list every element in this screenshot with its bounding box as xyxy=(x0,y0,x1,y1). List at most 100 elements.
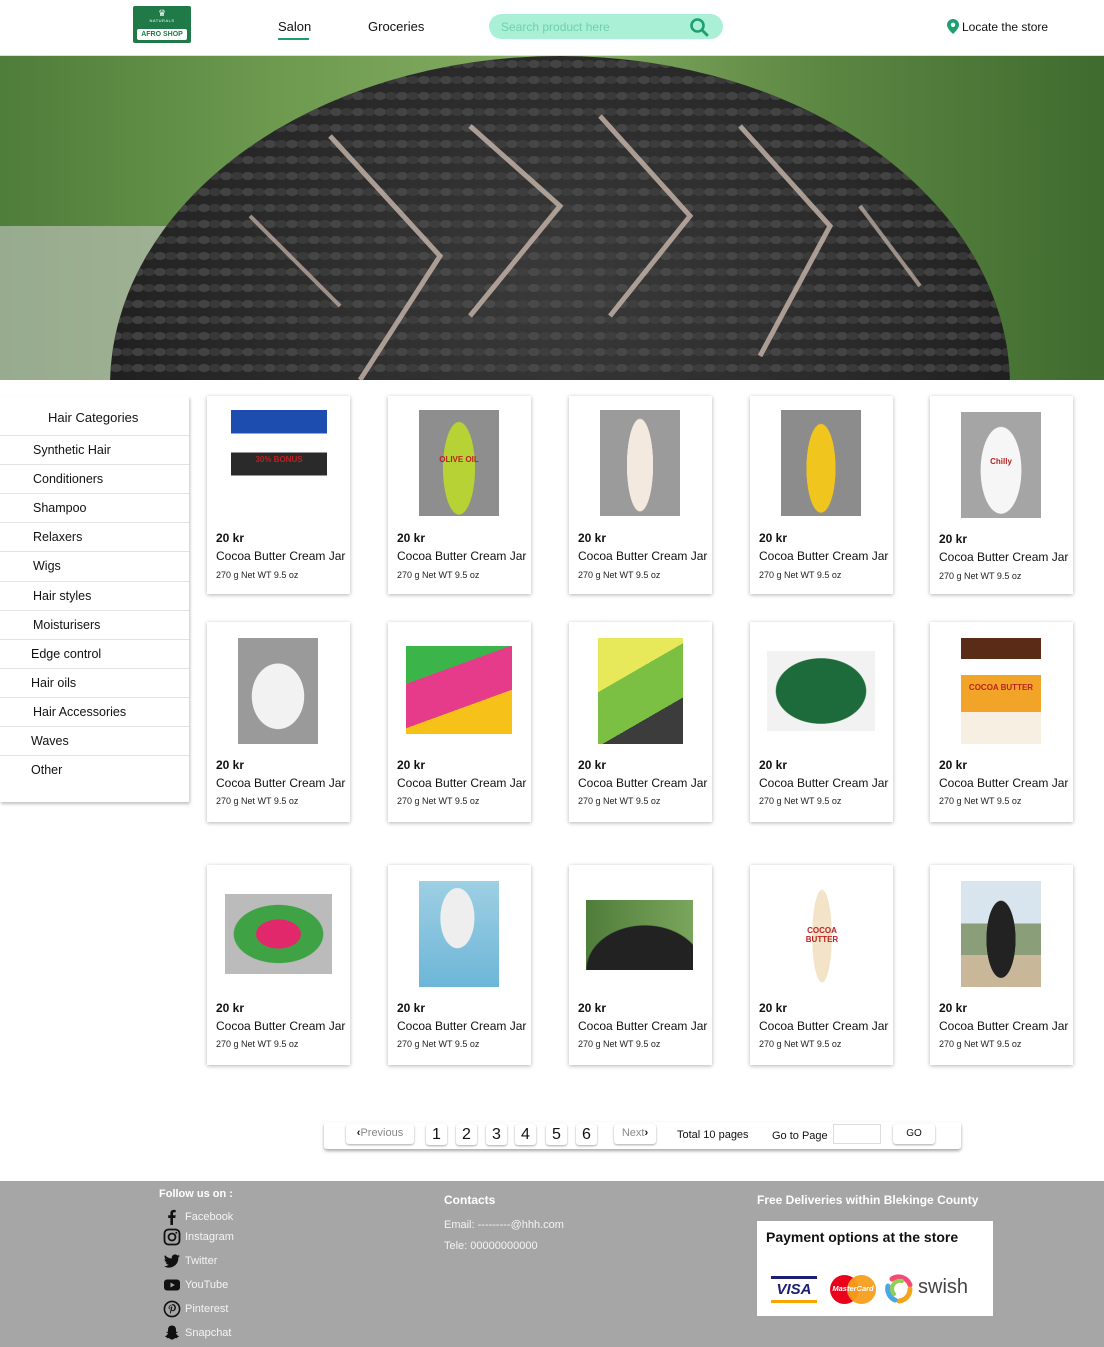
product-image[interactable] xyxy=(961,881,1041,987)
product-card[interactable]: 20 kr Cocoa Butter Cream Jar 270 g Net WT … xyxy=(207,865,350,1065)
product-name: Cocoa Butter Cream Jar xyxy=(216,1019,346,1033)
product-card[interactable]: 20 kr Cocoa Butter Cream Jar 270 g Net WT … xyxy=(207,622,350,822)
social-youtube-link[interactable]: YouTube xyxy=(163,1276,228,1294)
sidebar-item-moisturisers[interactable]: Moisturisers xyxy=(0,610,189,639)
product-card[interactable]: 20 kr Cocoa Butter Cream Jar 270 g Net WT … xyxy=(388,622,531,822)
sidebar-item-synthetic-hair[interactable]: Synthetic Hair xyxy=(0,435,189,464)
nav-groceries-label: Groceries xyxy=(368,19,425,34)
product-image[interactable] xyxy=(419,881,499,987)
follow-us-title: Follow us on : xyxy=(159,1188,233,1200)
product-weight: 270 g Net WT 9.5 oz xyxy=(397,796,480,806)
twitter-icon xyxy=(164,1254,180,1268)
nav-groceries[interactable]: Groceries xyxy=(368,19,424,34)
logo-top-text: NATURALS xyxy=(149,18,175,23)
product-price: 20 kr xyxy=(397,531,426,545)
search-icon[interactable] xyxy=(689,17,709,37)
search-input[interactable] xyxy=(501,18,681,35)
next-page-button[interactable]: Next› xyxy=(614,1124,656,1144)
social-facebook-link[interactable]: Facebook xyxy=(163,1208,233,1226)
product-image[interactable] xyxy=(767,651,875,731)
product-card[interactable]: 30% BONUS 20 kr Cocoa Butter Cream Jar 270 … xyxy=(207,396,350,594)
locate-store-link[interactable]: Locate the store xyxy=(947,19,1048,34)
product-image[interactable] xyxy=(598,638,683,744)
product-image[interactable] xyxy=(238,638,318,744)
sidebar-item-waves[interactable]: Waves xyxy=(0,726,189,755)
product-weight: 270 g Net WT 9.5 oz xyxy=(578,570,661,580)
product-name: Cocoa Butter Cream Jar xyxy=(216,549,346,563)
product-image[interactable]: COCOA BUTTER xyxy=(961,638,1041,744)
page-2-button[interactable]: 2 xyxy=(456,1124,477,1145)
map-pin-icon xyxy=(947,19,959,34)
instagram-icon xyxy=(163,1228,181,1246)
product-image[interactable]: Chilly xyxy=(961,412,1041,518)
product-name: Cocoa Butter Cream Jar xyxy=(397,549,527,563)
product-image[interactable]: 30% BONUS xyxy=(231,410,327,516)
sidebar-item-hair-oils[interactable]: Hair oils xyxy=(0,668,189,697)
sidebar-item-other[interactable]: Other xyxy=(0,755,189,784)
product-weight: 270 g Net WT 9.5 oz xyxy=(939,1039,1022,1049)
product-image[interactable]: OLIVE OIL xyxy=(419,410,499,516)
page-1-button[interactable]: 1 xyxy=(426,1124,447,1145)
page-5-button[interactable]: 5 xyxy=(546,1124,567,1145)
product-card[interactable]: Chilly 20 kr Cocoa Butter Cream Jar 270 g N… xyxy=(930,396,1073,594)
chevron-right-icon: › xyxy=(644,1127,649,1139)
product-card[interactable]: 20 kr Cocoa Butter Cream Jar 270 g Net WT … xyxy=(569,865,712,1065)
product-card[interactable]: COCOA BUTTER 20 kr Cocoa Butter Cream Jar 2… xyxy=(930,622,1073,822)
product-card[interactable]: 20 kr Cocoa Butter Cream Jar 270 g Net WT … xyxy=(569,622,712,822)
afro-shop-logo[interactable]: ♛ NATURALS AFRO SHOP xyxy=(133,6,191,43)
social-twitter-link[interactable]: Twitter xyxy=(163,1252,217,1270)
product-name: Cocoa Butter Cream Jar xyxy=(939,776,1069,790)
product-image-label: 30% BONUS xyxy=(255,454,303,464)
product-card[interactable]: 20 kr Cocoa Butter Cream Jar 270 g Net WT … xyxy=(930,865,1073,1065)
sidebar-item-wigs[interactable]: Wigs xyxy=(0,551,189,580)
product-card[interactable]: OLIVE OIL 20 kr Cocoa Butter Cream Jar 270 … xyxy=(388,396,531,594)
nav-salon[interactable]: Salon xyxy=(278,19,311,40)
sidebar-title: Hair Categories xyxy=(48,410,139,425)
product-image[interactable] xyxy=(781,410,861,516)
go-to-page-input[interactable] xyxy=(833,1124,881,1144)
product-image-label: COCOA BUTTER xyxy=(968,682,1034,692)
go-button[interactable]: GO xyxy=(893,1124,935,1144)
page-6-button[interactable]: 6 xyxy=(576,1124,597,1145)
product-price: 20 kr xyxy=(759,758,788,772)
product-card[interactable]: 20 kr Cocoa Butter Cream Jar 270 g Net WT … xyxy=(750,622,893,822)
next-label: Next xyxy=(621,1127,645,1139)
product-price: 20 kr xyxy=(759,1001,788,1015)
social-pinterest-link[interactable]: Pinterest xyxy=(163,1300,228,1318)
product-image-label: Chilly xyxy=(990,456,1012,466)
crown-icon: ♛ xyxy=(157,8,167,18)
product-image[interactable] xyxy=(586,900,693,970)
hero-banner xyxy=(0,56,1104,380)
product-weight: 270 g Net WT 9.5 oz xyxy=(759,570,842,580)
sidebar-item-edge-control[interactable]: Edge control xyxy=(0,639,189,668)
product-card[interactable]: 20 kr Cocoa Butter Cream Jar 270 g Net WT … xyxy=(750,396,893,594)
active-tab-underline xyxy=(278,38,309,40)
sidebar-item-shampoo[interactable]: Shampoo xyxy=(0,493,189,522)
sidebar-item-hair-styles[interactable]: Hair styles xyxy=(0,581,189,610)
product-weight: 270 g Net WT 9.5 oz xyxy=(578,796,661,806)
product-card[interactable]: 20 kr Cocoa Butter Cream Jar 270 g Net WT … xyxy=(569,396,712,594)
sidebar-item-hair-accessories[interactable]: Hair Accessories xyxy=(0,697,189,726)
previous-page-button[interactable]: ‹Previous xyxy=(346,1124,414,1144)
sidebar-item-relaxers[interactable]: Relaxers xyxy=(0,522,189,551)
contact-email[interactable]: Email: ---------@hhh.com xyxy=(444,1219,564,1231)
product-price: 20 kr xyxy=(397,758,426,772)
product-image[interactable]: COCOA BUTTER xyxy=(792,881,852,987)
product-image[interactable] xyxy=(600,410,680,516)
sidebar-item-conditioners[interactable]: Conditioners xyxy=(0,464,189,493)
product-card[interactable]: COCOA BUTTER 20 kr Cocoa Butter Cream Jar 2… xyxy=(750,865,893,1065)
page-4-button[interactable]: 4 xyxy=(515,1124,536,1145)
payment-options-title: Payment options at the store xyxy=(766,1229,959,1245)
product-image[interactable] xyxy=(225,894,332,974)
social-snapchat-link[interactable]: Snapchat xyxy=(163,1324,231,1342)
braided-hair-image xyxy=(0,56,1010,380)
social-instagram-link[interactable]: Instagram xyxy=(163,1228,234,1246)
product-price: 20 kr xyxy=(939,1001,968,1015)
product-weight: 270 g Net WT 9.5 oz xyxy=(216,796,299,806)
search-bar xyxy=(489,14,723,39)
mastercard-logo: MasterCard xyxy=(830,1275,876,1304)
product-image[interactable] xyxy=(406,646,512,734)
page-3-button[interactable]: 3 xyxy=(486,1124,507,1145)
product-card[interactable]: 20 kr Cocoa Butter Cream Jar 270 g Net WT … xyxy=(388,865,531,1065)
facebook-icon xyxy=(168,1209,176,1225)
